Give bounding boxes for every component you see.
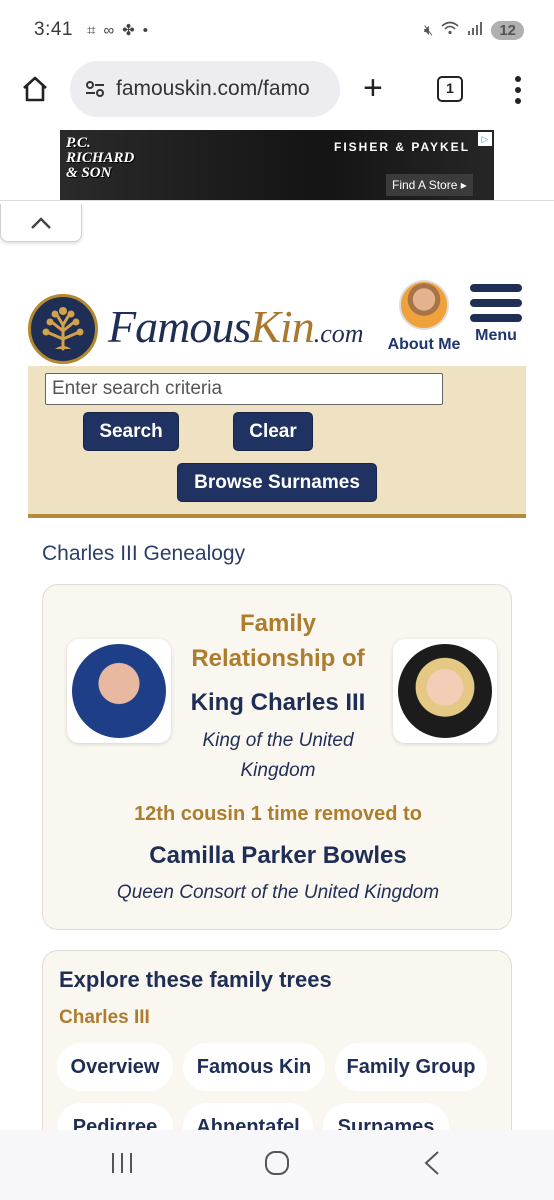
plus-icon: + xyxy=(363,69,383,107)
divider xyxy=(0,200,554,201)
wifi-icon xyxy=(441,21,459,39)
battery-badge: 12 xyxy=(491,20,524,40)
mute-icon: 🔇︎ xyxy=(423,21,434,39)
browser-toolbar: famouskin.com/famo + 1 xyxy=(0,60,554,128)
person1-title-line2: Kingdom xyxy=(240,760,316,781)
home-nav-icon[interactable] xyxy=(264,1150,290,1176)
collapse-ad-button[interactable] xyxy=(0,204,82,242)
relationship-heading-line2: Relationship of xyxy=(191,645,365,672)
site-settings-icon[interactable] xyxy=(84,78,106,100)
voicemail-icon: ∞ xyxy=(103,21,115,39)
search-input[interactable] xyxy=(45,373,443,405)
chevron-up-icon xyxy=(31,216,51,229)
status-bar: 3:41 ⌗ ∞ ✤ • 🔇︎ 12 xyxy=(0,0,554,60)
pinwheel-icon: ✤ xyxy=(122,22,135,39)
status-notification-icons: ⌗ ∞ ✤ • xyxy=(86,21,148,40)
signal-icon xyxy=(467,21,483,39)
pill-overview[interactable]: Overview xyxy=(57,1043,173,1091)
site-logo[interactable]: FamousKin.com xyxy=(108,300,364,353)
status-system-icons: 🔇︎ 12 xyxy=(423,20,524,40)
menu-button[interactable]: Menu xyxy=(466,284,526,345)
more-options-icon[interactable] xyxy=(515,75,521,105)
person1-name[interactable]: King Charles III xyxy=(43,689,513,717)
person2-name[interactable]: Camilla Parker Bowles xyxy=(43,842,513,870)
system-navigation-bar xyxy=(0,1130,554,1200)
explore-card: Explore these family trees Charles III O… xyxy=(42,950,512,1151)
relationship-heading-line1: Family xyxy=(239,610,317,637)
back-icon[interactable] xyxy=(422,1150,442,1176)
pill-famous-kin[interactable]: Famous Kin xyxy=(183,1043,325,1091)
ad-logo: P.C. RICHARD & SON xyxy=(66,136,134,181)
recent-apps-icon[interactable] xyxy=(110,1150,134,1176)
person2-title: Queen Consort of the United Kingdom xyxy=(116,882,440,903)
ad-logo-line: P.C. xyxy=(66,135,91,151)
relationship-text: 12th cousin 1 time removed to xyxy=(134,803,422,825)
new-tab-button[interactable]: + xyxy=(363,71,383,105)
status-time: 3:41 xyxy=(34,19,73,40)
address-bar[interactable]: famouskin.com/famo xyxy=(70,61,340,117)
browse-surnames-button[interactable]: Browse Surnames xyxy=(177,463,377,502)
logo-famous: Famous xyxy=(108,301,251,352)
adchoices-icon[interactable]: ▷ xyxy=(478,132,492,146)
ad-logo-line: RICHARD xyxy=(66,150,135,166)
ad-cta-button[interactable]: Find A Store ▸ xyxy=(386,174,473,196)
search-panel: Search Clear Browse Surnames xyxy=(28,366,526,518)
clear-button[interactable]: Clear xyxy=(233,412,313,451)
logo-kin: Kin xyxy=(250,301,314,352)
relationship-card: Family Relationship of King Charles III … xyxy=(42,584,512,930)
hamburger-icon xyxy=(470,284,522,322)
logo-dotcom: .com xyxy=(313,319,364,348)
explore-title: Explore these family trees xyxy=(59,967,332,992)
avatar xyxy=(399,280,449,330)
about-me-label: About Me xyxy=(387,336,461,353)
url-text: famouskin.com/famo xyxy=(116,77,310,100)
search-button[interactable]: Search xyxy=(83,412,179,451)
home-button[interactable] xyxy=(20,74,50,104)
page-title: Charles III Genealogy xyxy=(42,542,246,565)
ad-banner[interactable]: P.C. RICHARD & SON FISHER & PAYKEL Find … xyxy=(60,130,494,200)
family-tree-logo-icon[interactable] xyxy=(28,294,98,364)
screenshot-icon: ⌗ xyxy=(86,21,96,39)
tab-switcher-button[interactable]: 1 xyxy=(437,76,463,102)
ad-brand: FISHER & PAYKEL xyxy=(334,140,471,154)
explore-subtitle: Charles III xyxy=(59,1007,150,1028)
ad-logo-line: & SON xyxy=(66,165,112,181)
site-header: FamousKin.com About Me Menu xyxy=(28,280,526,366)
menu-label: Menu xyxy=(475,327,517,344)
home-icon xyxy=(23,76,47,102)
person1-title-line1: King of the United xyxy=(202,730,354,751)
dot-icon: • xyxy=(142,21,148,39)
about-me-link[interactable]: About Me xyxy=(386,280,462,354)
pill-family-group[interactable]: Family Group xyxy=(335,1043,487,1091)
